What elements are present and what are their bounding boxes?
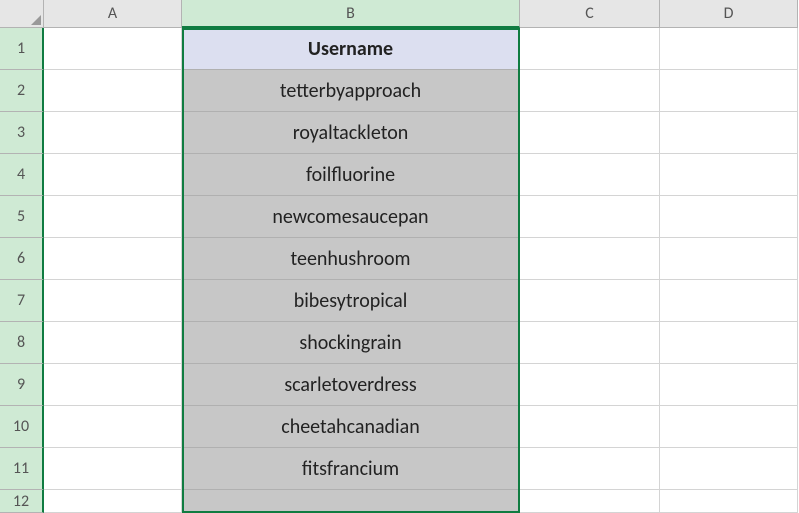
cell-A10[interactable]	[44, 406, 182, 448]
cell-C6[interactable]	[520, 238, 660, 280]
cell-B11[interactable]: fitsfrancium	[182, 448, 520, 490]
cell-C4[interactable]	[520, 154, 660, 196]
cell-D1[interactable]	[660, 28, 798, 70]
cell-B10[interactable]: cheetahcanadian	[182, 406, 520, 448]
cell-D2[interactable]	[660, 70, 798, 112]
cell-B3[interactable]: royaltackleton	[182, 112, 520, 154]
cell-B6[interactable]: teenhushroom	[182, 238, 520, 280]
cell-A4[interactable]	[44, 154, 182, 196]
cell-D10[interactable]	[660, 406, 798, 448]
cell-D9[interactable]	[660, 364, 798, 406]
row-header[interactable]: 12	[0, 490, 44, 513]
cell-C7[interactable]	[520, 280, 660, 322]
cell-A2[interactable]	[44, 70, 182, 112]
row-header[interactable]: 11	[0, 448, 44, 490]
cell-A7[interactable]	[44, 280, 182, 322]
cell-D4[interactable]	[660, 154, 798, 196]
cell-C9[interactable]	[520, 364, 660, 406]
cell-C8[interactable]	[520, 322, 660, 364]
row-header[interactable]: 4	[0, 154, 44, 196]
cell-D7[interactable]	[660, 280, 798, 322]
select-all-corner[interactable]	[0, 0, 44, 28]
column-header-A[interactable]: A	[44, 0, 182, 28]
cell-C12[interactable]	[520, 490, 660, 513]
cell-B4[interactable]: foilfluorine	[182, 154, 520, 196]
cell-A1[interactable]	[44, 28, 182, 70]
row-header[interactable]: 6	[0, 238, 44, 280]
cell-D11[interactable]	[660, 448, 798, 490]
cell-A11[interactable]	[44, 448, 182, 490]
cell-C1[interactable]	[520, 28, 660, 70]
row-header[interactable]: 7	[0, 280, 44, 322]
cell-C11[interactable]	[520, 448, 660, 490]
column-header-C[interactable]: C	[520, 0, 660, 28]
cell-A12[interactable]	[44, 490, 182, 513]
cell-D8[interactable]	[660, 322, 798, 364]
spreadsheet-grid[interactable]: A B C D 1 Username 2 tetterbyapproach 3 …	[0, 0, 799, 513]
cell-A8[interactable]	[44, 322, 182, 364]
cell-B2[interactable]: tetterbyapproach	[182, 70, 520, 112]
row-header[interactable]: 5	[0, 196, 44, 238]
cell-A9[interactable]	[44, 364, 182, 406]
cell-A6[interactable]	[44, 238, 182, 280]
cell-C2[interactable]	[520, 70, 660, 112]
cell-B8[interactable]: shockingrain	[182, 322, 520, 364]
cell-B1[interactable]: Username	[182, 28, 520, 70]
column-header-D[interactable]: D	[660, 0, 798, 28]
cell-D5[interactable]	[660, 196, 798, 238]
cell-C5[interactable]	[520, 196, 660, 238]
cell-C10[interactable]	[520, 406, 660, 448]
cell-B7[interactable]: bibesytropical	[182, 280, 520, 322]
row-header[interactable]: 9	[0, 364, 44, 406]
row-header[interactable]: 3	[0, 112, 44, 154]
row-header[interactable]: 1	[0, 28, 44, 70]
cell-C3[interactable]	[520, 112, 660, 154]
cell-D12[interactable]	[660, 490, 798, 513]
cell-B9[interactable]: scarletoverdress	[182, 364, 520, 406]
cell-A3[interactable]	[44, 112, 182, 154]
row-header[interactable]: 8	[0, 322, 44, 364]
cell-A5[interactable]	[44, 196, 182, 238]
row-header[interactable]: 10	[0, 406, 44, 448]
cell-D3[interactable]	[660, 112, 798, 154]
column-header-B[interactable]: B	[182, 0, 520, 28]
cell-D6[interactable]	[660, 238, 798, 280]
row-header[interactable]: 2	[0, 70, 44, 112]
cell-B12[interactable]	[182, 490, 520, 513]
cell-B5[interactable]: newcomesaucepan	[182, 196, 520, 238]
